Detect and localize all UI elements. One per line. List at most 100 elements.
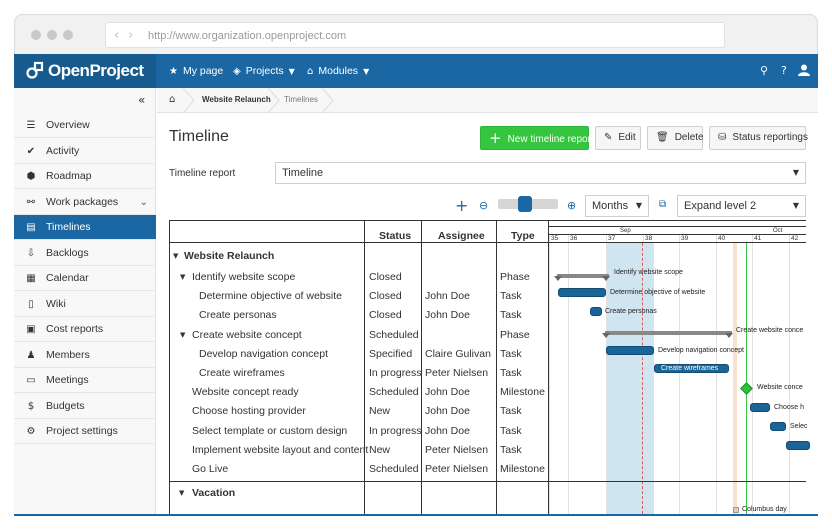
gantt-holiday-marker[interactable] <box>733 507 739 513</box>
logo-mark-icon <box>26 61 44 79</box>
row-name[interactable]: Go Live <box>192 463 228 475</box>
outline-icon[interactable]: ⧉ <box>659 199 666 210</box>
gantt-label: Develop navigation concept <box>658 347 745 354</box>
gantt-label: Create wireframes <box>661 365 719 372</box>
sidebar-item-calendar[interactable]: ▦ Calendar <box>14 266 156 291</box>
sidebar-item-cost-reports[interactable]: ▣ Cost reports <box>14 317 156 342</box>
user-avatar-icon[interactable] <box>798 54 810 88</box>
gantt-bar-implement-layout[interactable] <box>786 441 810 450</box>
gantt-bar-hosting-provider[interactable] <box>750 403 770 412</box>
row-type: Task <box>500 405 522 418</box>
gantt-label: Create website conce <box>736 327 804 334</box>
header-status[interactable]: Status <box>379 230 411 242</box>
gantt-month-label: Sep <box>620 228 631 234</box>
row-name[interactable]: Determine objective of website <box>199 290 342 302</box>
gantt-bar-create-personas[interactable] <box>590 307 602 316</box>
modules-icon: ⌂ <box>307 66 314 77</box>
window-close-dot[interactable] <box>31 30 41 40</box>
sidebar-item-backlogs[interactable]: ⇩ Backlogs <box>14 241 156 266</box>
sidebar-item-roadmap[interactable]: ⬢ Roadmap <box>14 164 156 189</box>
row-name[interactable]: Website concept ready <box>192 386 299 398</box>
status-reportings-label: Status reportings <box>732 132 808 143</box>
new-timeline-report-button[interactable]: + New timeline report <box>480 126 594 150</box>
gantt-week-label: 36 <box>570 235 578 242</box>
row-type: Milestone <box>500 386 545 399</box>
row-type: Task <box>500 424 522 437</box>
delete-button[interactable]: 🗑 Delete <box>647 126 704 150</box>
cost-reports-icon: ▣ <box>26 324 36 335</box>
header-assignee[interactable]: Assignee <box>438 230 485 242</box>
row-collapse-icon[interactable]: ▼ <box>180 273 185 281</box>
sidebar-item-work-packages[interactable]: ⚯ Work packages ⌄ <box>14 190 156 215</box>
back-arrow-icon[interactable]: ‹ <box>114 28 119 43</box>
sidebar-item-members[interactable]: ♟ Members <box>14 343 156 368</box>
zoom-in-icon[interactable]: ⊕ <box>567 199 576 212</box>
row-collapse-icon[interactable]: ▼ <box>180 331 185 339</box>
gantt-bar-determine-objective[interactable] <box>558 288 606 297</box>
gantt-bar-navigation-concept[interactable] <box>606 346 654 355</box>
url-text[interactable]: http://www.organization.openproject.com <box>148 30 346 42</box>
help-icon[interactable]: ? <box>781 54 787 88</box>
row-type: Phase <box>500 271 530 283</box>
sidebar-item-activity[interactable]: ✔ Activity <box>14 139 156 164</box>
row-assignee: Peter Nielsen <box>425 443 489 456</box>
delete-label: Delete <box>674 132 704 143</box>
sidebar-item-label: Calendar <box>46 272 89 284</box>
nav-modules[interactable]: ⌂ Modules ▼ <box>307 54 369 88</box>
row-name[interactable]: Choose hosting provider <box>192 405 306 417</box>
search-icon[interactable]: ⚲ <box>760 54 768 88</box>
add-icon[interactable]: + <box>455 196 468 215</box>
window-maximize-dot[interactable] <box>63 30 73 40</box>
sidebar-item-label: Roadmap <box>46 170 92 182</box>
expand-level-select[interactable]: Expand level 2 ▼ <box>677 195 806 217</box>
nav-my-page[interactable]: ★ My page <box>169 54 223 88</box>
timeline-report-select[interactable]: Timeline ▼ <box>275 162 806 184</box>
edit-button[interactable]: ✎ Edit <box>595 126 641 150</box>
row-name[interactable]: Select template or custom design <box>192 425 347 437</box>
row-name[interactable]: Create personas <box>199 309 277 321</box>
sidebar-item-budgets[interactable]: $ Budgets <box>14 394 156 419</box>
caret-down-icon: ▼ <box>288 67 295 76</box>
budgets-icon: $ <box>27 400 35 412</box>
row-status: Scheduled <box>369 386 419 399</box>
row-status: In progress <box>369 424 422 437</box>
sidebar-item-project-settings[interactable]: ⚙ Project settings <box>14 419 156 444</box>
zoom-slider-handle[interactable] <box>518 196 532 212</box>
forward-arrow-icon[interactable]: › <box>128 28 133 43</box>
openproject-logo[interactable]: OpenProject <box>14 54 156 88</box>
sidebar-item-wiki[interactable]: ▯ Wiki <box>14 292 156 317</box>
group-vacation[interactable]: Vacation <box>192 487 235 499</box>
checkmark-icon: ✔ <box>26 145 36 157</box>
nav-my-page-label: My page <box>182 65 224 77</box>
gantt-label: Identify website scope <box>614 269 683 276</box>
sidebar-item-overview[interactable]: ☰ Overview <box>14 113 156 138</box>
sidebar-item-timelines[interactable]: ▤ Timelines <box>14 215 156 240</box>
group-website-relaunch[interactable]: Website Relaunch <box>184 250 274 262</box>
group-collapse-icon[interactable]: ▼ <box>173 252 178 260</box>
row-name[interactable]: Identify website scope <box>192 271 295 283</box>
collapse-sidebar-icon[interactable]: « <box>138 93 145 107</box>
sidebar-item-label: Budgets <box>46 399 85 412</box>
gantt-week-label: 40 <box>718 235 726 242</box>
home-icon[interactable]: ⌂ <box>169 94 175 105</box>
group-collapse-icon[interactable]: ▼ <box>179 489 184 497</box>
row-name[interactable]: Create wireframes <box>199 367 285 379</box>
row-name[interactable]: Develop navigation concept <box>199 348 328 360</box>
edit-label: Edit <box>618 132 636 143</box>
gantt-bar-select-template[interactable] <box>770 422 786 431</box>
breadcrumb-project[interactable]: Website Relaunch <box>202 95 271 104</box>
gantt-phase-website-concept[interactable] <box>605 331 732 335</box>
row-name[interactable]: Implement website layout and content <box>192 444 368 456</box>
header-type[interactable]: Type <box>511 230 535 242</box>
gantt-header-divider <box>549 234 806 235</box>
chevron-down-icon[interactable]: ⌄ <box>140 190 148 215</box>
window-minimize-dot[interactable] <box>47 30 57 40</box>
sidebar-item-label: Project settings <box>46 425 118 437</box>
status-reportings-button[interactable]: ⛁ Status reportings <box>709 126 808 150</box>
address-bar[interactable]: ‹ › http://www.organization.openproject.… <box>105 22 725 48</box>
row-name[interactable]: Create website concept <box>192 329 302 341</box>
zoom-level-select[interactable]: Months ▼ <box>585 195 649 217</box>
zoom-out-icon[interactable]: ⊖ <box>479 199 488 212</box>
nav-projects[interactable]: ◈ Projects ▼ <box>233 54 295 88</box>
sidebar-item-meetings[interactable]: ▭ Meetings <box>14 368 156 393</box>
